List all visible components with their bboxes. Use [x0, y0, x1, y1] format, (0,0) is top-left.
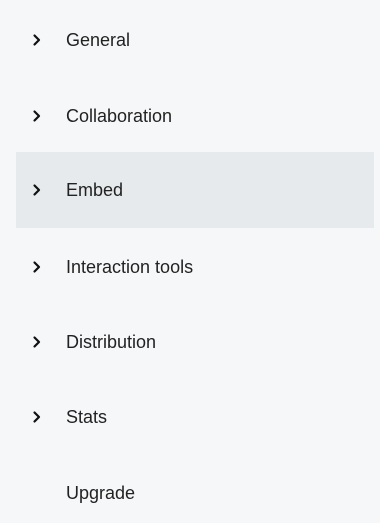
sidebar-item-general[interactable]: General	[16, 2, 374, 78]
sidebar-item-label: Embed	[66, 180, 124, 200]
chevron-right-icon	[30, 109, 44, 123]
sidebar-item-upgrade[interactable]: Upgrade	[16, 455, 374, 523]
sidebar-item-label: Upgrade	[66, 483, 136, 503]
chevron-right-icon	[30, 335, 44, 349]
sidebar-item-label: Interaction tools	[66, 257, 194, 277]
sidebar-item-collaboration[interactable]: Collaboration	[16, 78, 374, 154]
chevron-right-icon	[30, 183, 44, 197]
sidebar-item-label: Distribution	[66, 332, 157, 352]
sidebar-item-label: General	[66, 30, 131, 50]
sidebar-item-distribution[interactable]: Distribution	[16, 304, 374, 380]
sidebar-item-label: Stats	[66, 407, 108, 427]
sidebar-item-embed[interactable]: Embed	[16, 152, 374, 228]
sidebar-item-label: Collaboration	[66, 106, 173, 126]
chevron-right-icon	[30, 33, 44, 47]
chevron-right-icon	[30, 410, 44, 424]
sidebar-item-stats[interactable]: Stats	[16, 379, 374, 455]
chevron-right-icon	[30, 260, 44, 274]
settings-sidebar: General Collaboration Embed Interaction …	[0, 0, 380, 523]
sidebar-item-interaction-tools[interactable]: Interaction tools	[16, 229, 374, 305]
